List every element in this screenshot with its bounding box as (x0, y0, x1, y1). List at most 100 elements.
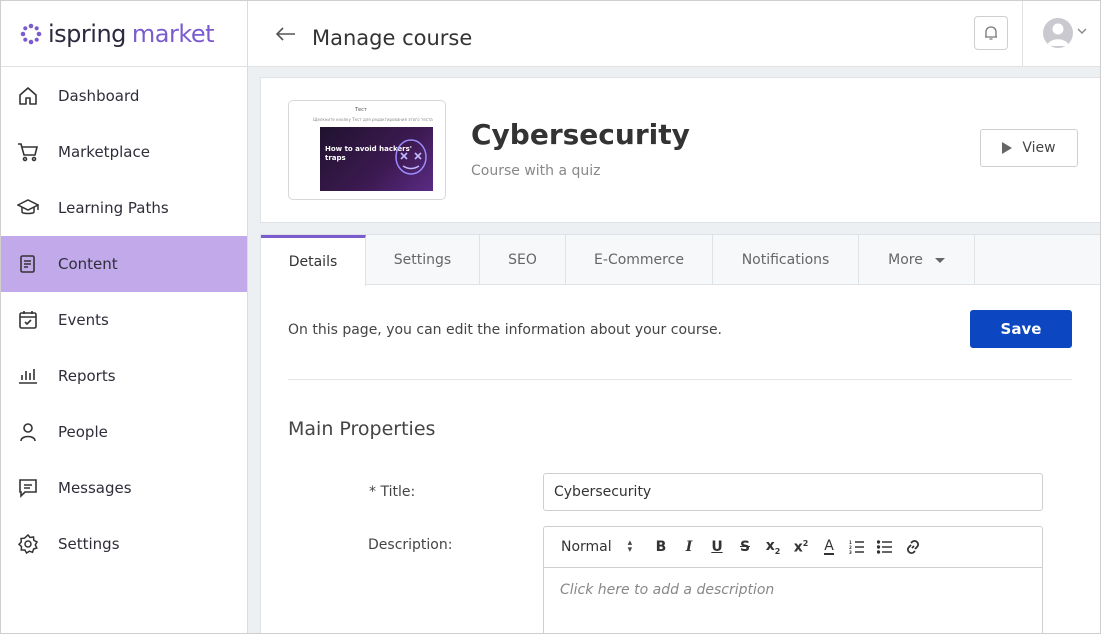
save-button[interactable]: Save (970, 310, 1072, 348)
thumbnail-caption: Щелкните кнопку Тест для редактирования … (313, 117, 433, 122)
superscript-icon: x2 (793, 538, 809, 556)
sidebar-item-label: Learning Paths (58, 199, 169, 217)
header-divider (1022, 1, 1023, 67)
tab-label: Details (288, 254, 338, 270)
back-arrow-icon[interactable] (275, 23, 297, 45)
intro-text: On this page, you can edit the informati… (288, 322, 723, 338)
sidebar-item-label: Content (58, 255, 118, 273)
ordered-list-button[interactable]: 123 (843, 540, 871, 554)
main-content: Тест Щелкните кнопку Тест для редактиров… (248, 67, 1100, 633)
sidebar-item-reports[interactable]: Reports (1, 348, 247, 404)
course-title: Cybersecurity (471, 118, 690, 151)
bell-icon (985, 26, 997, 40)
bold-icon: B (655, 539, 667, 555)
sidebar-item-marketplace[interactable]: Marketplace (1, 124, 247, 180)
italic-button[interactable]: I (675, 539, 703, 555)
gear-icon (17, 533, 39, 555)
tab-label: SEO (508, 252, 537, 268)
logo-text-ispring: ispring (48, 20, 126, 48)
hacker-mask-icon (395, 139, 427, 175)
bullet-list-button[interactable] (871, 540, 899, 554)
description-editor[interactable]: Normal ▴ ▾ B I U S x2 x2 A 123 Click her… (543, 526, 1043, 633)
sidebar-item-content[interactable]: Content (1, 236, 247, 292)
sidebar-item-label: Marketplace (58, 143, 150, 161)
person-icon (17, 421, 39, 443)
sidebar-item-dashboard[interactable]: Dashboard (1, 68, 247, 124)
tab-e-commerce[interactable]: E-Commerce (566, 235, 713, 285)
content-icon (17, 253, 39, 275)
notifications-button[interactable] (974, 16, 1008, 50)
sidebar-item-learning-paths[interactable]: Learning Paths (1, 180, 247, 236)
sidebar-item-settings[interactable]: Settings (1, 516, 247, 572)
course-subtitle: Course with a quiz (471, 163, 601, 179)
divider (288, 379, 1072, 380)
page-title: Manage course (312, 26, 473, 50)
underline-icon: U (711, 539, 723, 555)
cart-icon (17, 141, 39, 163)
play-icon (1002, 142, 1013, 154)
sidebar-item-label: Reports (58, 367, 116, 385)
editor-toolbar: Normal ▴ ▾ B I U S x2 x2 A 123 (544, 527, 1042, 568)
ispring-logo-icon (20, 23, 42, 45)
tab-label: More (888, 252, 923, 268)
tab-notifications[interactable]: Notifications (713, 235, 859, 285)
sidebar-item-label: Dashboard (58, 87, 140, 105)
text-color-button[interactable]: A (815, 539, 843, 555)
sidebar-item-messages[interactable]: Messages (1, 460, 247, 516)
sidebar-item-label: Events (58, 311, 109, 329)
superscript-button[interactable]: x2 (787, 539, 815, 556)
subscript-button[interactable]: x2 (759, 538, 787, 556)
sidebar-item-label: Settings (58, 535, 120, 553)
avatar[interactable] (1043, 18, 1073, 48)
format-select[interactable]: Normal ▴ ▾ (561, 538, 647, 556)
graduation-cap-icon (17, 197, 39, 219)
details-panel: Details Settings SEO E-Commerce Notifica… (260, 234, 1100, 633)
course-header-card: Тест Щелкните кнопку Тест для редактиров… (260, 77, 1100, 223)
thumbnail-test-label: Тест (355, 107, 367, 113)
sidebar-item-label: Messages (58, 479, 132, 497)
bold-button[interactable]: B (647, 539, 675, 555)
title-input[interactable]: Cybersecurity (543, 473, 1043, 511)
tab-more[interactable]: More (859, 235, 975, 285)
logo[interactable]: ispring market (20, 19, 215, 49)
link-button[interactable] (899, 539, 927, 555)
sidebar-item-label: People (58, 423, 108, 441)
description-label: Description: (368, 537, 453, 553)
sidebar-item-events[interactable]: Events (1, 292, 247, 348)
calendar-check-icon (17, 309, 39, 331)
top-header: Manage course (248, 1, 1100, 67)
subscript-icon: x2 (765, 538, 781, 556)
message-icon (17, 477, 39, 499)
view-button[interactable]: View (980, 129, 1078, 167)
bar-chart-icon (17, 365, 39, 387)
logo-text-market: market (131, 20, 215, 48)
sidebar-item-people[interactable]: People (1, 404, 247, 460)
tab-label: E-Commerce (594, 252, 684, 268)
thumbnail-image: How to avoid hackers' traps (320, 127, 433, 191)
bullet-list-icon (877, 540, 892, 554)
updown-icon: ▴ ▾ (627, 538, 633, 555)
ordered-list-icon: 123 (849, 540, 864, 554)
course-thumbnail[interactable]: Тест Щелкните кнопку Тест для редактиров… (288, 100, 446, 200)
description-placeholder: Click here to add a description (560, 582, 775, 598)
tab-settings[interactable]: Settings (366, 235, 480, 285)
sidebar-divider (1, 66, 248, 67)
tab-details[interactable]: Details (261, 235, 366, 286)
sidebar-nav: Dashboard Marketplace Learning Paths Con… (1, 68, 247, 572)
underline-button[interactable]: U (703, 539, 731, 555)
link-icon (906, 539, 920, 555)
sidebar: ispring market Dashboard Marketplace Lea… (1, 1, 248, 633)
strike-button[interactable]: S (731, 539, 759, 555)
title-label: * Title: (369, 484, 416, 500)
tab-bar: Details Settings SEO E-Commerce Notifica… (261, 235, 1100, 286)
text-color-icon: A (824, 538, 834, 555)
format-select-value: Normal (561, 539, 612, 555)
section-title: Main Properties (288, 418, 436, 440)
tab-seo[interactable]: SEO (480, 235, 566, 285)
home-icon (17, 85, 39, 107)
svg-text:3: 3 (849, 550, 852, 554)
caret-down-icon (934, 257, 945, 263)
tab-label: Notifications (741, 252, 830, 268)
italic-icon: I (685, 539, 693, 555)
chevron-down-icon[interactable] (1077, 27, 1087, 35)
